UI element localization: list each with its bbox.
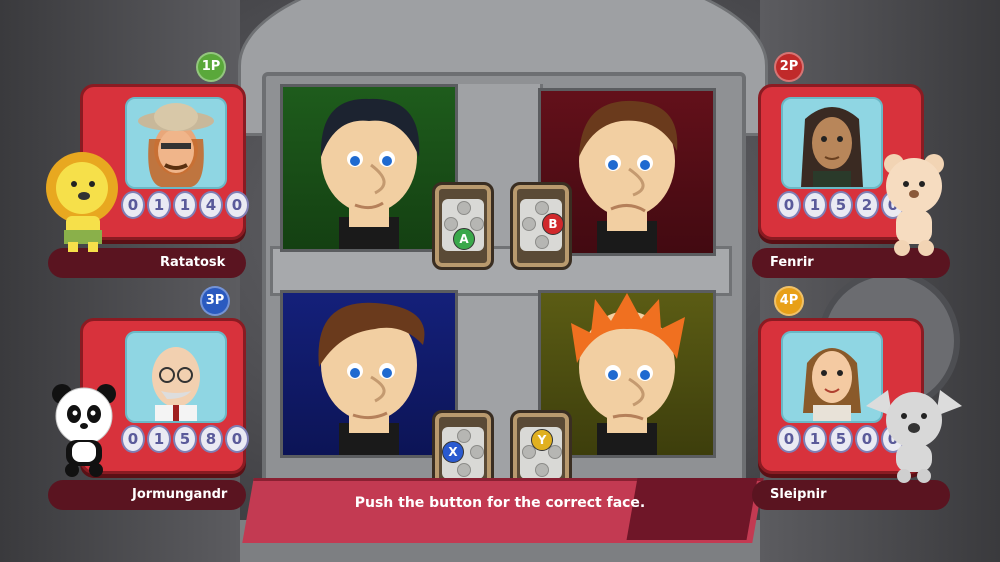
player-3-badge: 3P: [200, 286, 230, 316]
game-screen: A B X Y Push the button for the correct …: [0, 0, 1000, 562]
score-digit: 4: [199, 191, 223, 219]
player-3-avatar: [125, 331, 227, 423]
score-digit: 0: [121, 425, 145, 453]
score-digit: 5: [173, 425, 197, 453]
player-2-badge: 2P: [774, 52, 804, 82]
panda-mascot-icon: [48, 380, 124, 482]
koala-mascot-icon: [862, 386, 966, 488]
score-digit: 8: [199, 425, 223, 453]
button-a-panel[interactable]: A: [432, 182, 494, 270]
score-digit: 0: [225, 425, 249, 453]
player-2-avatar: [781, 97, 883, 189]
face-buttons-pad: B: [520, 199, 564, 251]
score-digit: 0: [777, 191, 801, 219]
a-button-icon[interactable]: A: [453, 228, 475, 250]
b-button-icon[interactable]: B: [542, 213, 564, 235]
bear-mascot-icon: [880, 150, 950, 260]
score-digit: 5: [829, 425, 853, 453]
score-digit: 1: [803, 191, 827, 219]
score-digit: 5: [829, 191, 853, 219]
score-digit: 1: [803, 425, 827, 453]
score-digit: 1: [147, 425, 171, 453]
player-3-score: 01580: [121, 425, 249, 453]
score-digit: 1: [173, 191, 197, 219]
face-buttons-pad: Y: [520, 427, 562, 479]
face-buttons-pad: A: [442, 199, 484, 251]
y-button-icon[interactable]: Y: [531, 429, 553, 451]
player-1-score: 01140: [121, 191, 249, 219]
player-4-badge: 4P: [774, 286, 804, 316]
lion-mascot-icon: [36, 146, 132, 260]
score-digit: 2: [855, 191, 879, 219]
cartoon-face: [320, 98, 420, 249]
score-digit: 0: [777, 425, 801, 453]
button-b-panel[interactable]: B: [510, 182, 572, 270]
score-digit: 0: [225, 191, 249, 219]
face-buttons-pad: X: [442, 427, 484, 479]
score-digit: 1: [147, 191, 171, 219]
cartoon-face: [318, 302, 425, 455]
player-3-name: Jormungandr: [48, 480, 246, 510]
player-1-badge: 1P: [196, 52, 226, 82]
instruction-text: Push the button for the correct face.: [354, 495, 646, 511]
x-button-icon[interactable]: X: [442, 441, 464, 463]
player-1-avatar: [125, 97, 227, 189]
